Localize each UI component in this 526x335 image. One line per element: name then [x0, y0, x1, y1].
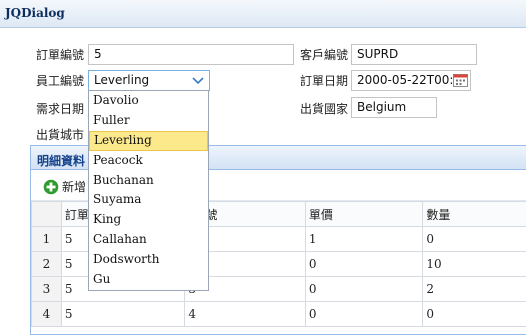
employee-id-label: 員工編號	[36, 72, 84, 89]
customer-id-field[interactable]: SUPRD	[351, 44, 477, 65]
add-plus-icon	[43, 179, 59, 195]
order-id-label: 訂單編號	[36, 46, 84, 63]
cell-price[interactable]: 1	[305, 227, 423, 252]
employee-dropdown-list: Davolio Fuller Leverling Peacock Buchana…	[88, 90, 209, 291]
order-id-field[interactable]: 5	[88, 44, 294, 65]
row-number: 4	[32, 302, 62, 327]
dropdown-option[interactable]: Davolio	[89, 91, 208, 111]
row-number: 1	[32, 227, 62, 252]
cell-product[interactable]: 4	[185, 302, 306, 327]
dropdown-option[interactable]: King	[89, 210, 208, 230]
row-number: 2	[32, 252, 62, 277]
cell-quantity[interactable]: 2	[423, 277, 526, 302]
employee-id-value: Leverling	[94, 73, 149, 87]
dropdown-option[interactable]: Buchanan	[89, 171, 208, 191]
dropdown-option[interactable]: Callahan	[89, 230, 208, 250]
chevron-down-icon[interactable]	[187, 71, 209, 90]
dropdown-option[interactable]: Peacock	[89, 151, 208, 171]
column-header-price[interactable]: 單價	[305, 202, 423, 227]
dropdown-option-selected[interactable]: Leverling	[89, 131, 208, 151]
ship-country-label: 出貨國家	[300, 100, 348, 117]
order-date-value: 2000-05-22T00:00	[357, 73, 469, 87]
order-date-field[interactable]: 2000-05-22T00:00	[351, 70, 471, 91]
cell-quantity[interactable]: 10	[423, 252, 526, 277]
employee-id-combobox[interactable]: Leverling	[88, 70, 210, 91]
cell-quantity[interactable]: 0	[423, 227, 526, 252]
customer-id-label: 客戶編號	[300, 46, 348, 63]
dropdown-option[interactable]: Gu	[89, 270, 208, 290]
add-button[interactable]: 新增	[43, 178, 86, 195]
cell-quantity[interactable]: 0	[423, 302, 526, 327]
ship-country-field[interactable]: Belgium	[351, 97, 437, 118]
table-row[interactable]: 4 5 4 0 0	[32, 302, 526, 327]
ship-city-label: 出貨城市	[36, 126, 84, 143]
row-number: 3	[32, 277, 62, 302]
row-number-header	[32, 202, 62, 227]
calendar-icon[interactable]	[453, 73, 468, 87]
cell-price[interactable]: 0	[305, 302, 423, 327]
column-header-quantity[interactable]: 數量	[423, 202, 526, 227]
cell-order[interactable]: 5	[61, 302, 184, 327]
dropdown-option[interactable]: Suyama	[89, 190, 208, 210]
dropdown-option[interactable]: Dodsworth	[89, 250, 208, 270]
order-date-label: 訂單日期	[300, 72, 348, 89]
required-date-label: 需求日期	[36, 100, 84, 117]
cell-price[interactable]: 0	[305, 277, 423, 302]
add-button-label: 新增	[62, 178, 86, 195]
dialog-title: JQDialog	[0, 0, 526, 28]
dropdown-option[interactable]: Fuller	[89, 111, 208, 131]
cell-price[interactable]: 0	[305, 252, 423, 277]
